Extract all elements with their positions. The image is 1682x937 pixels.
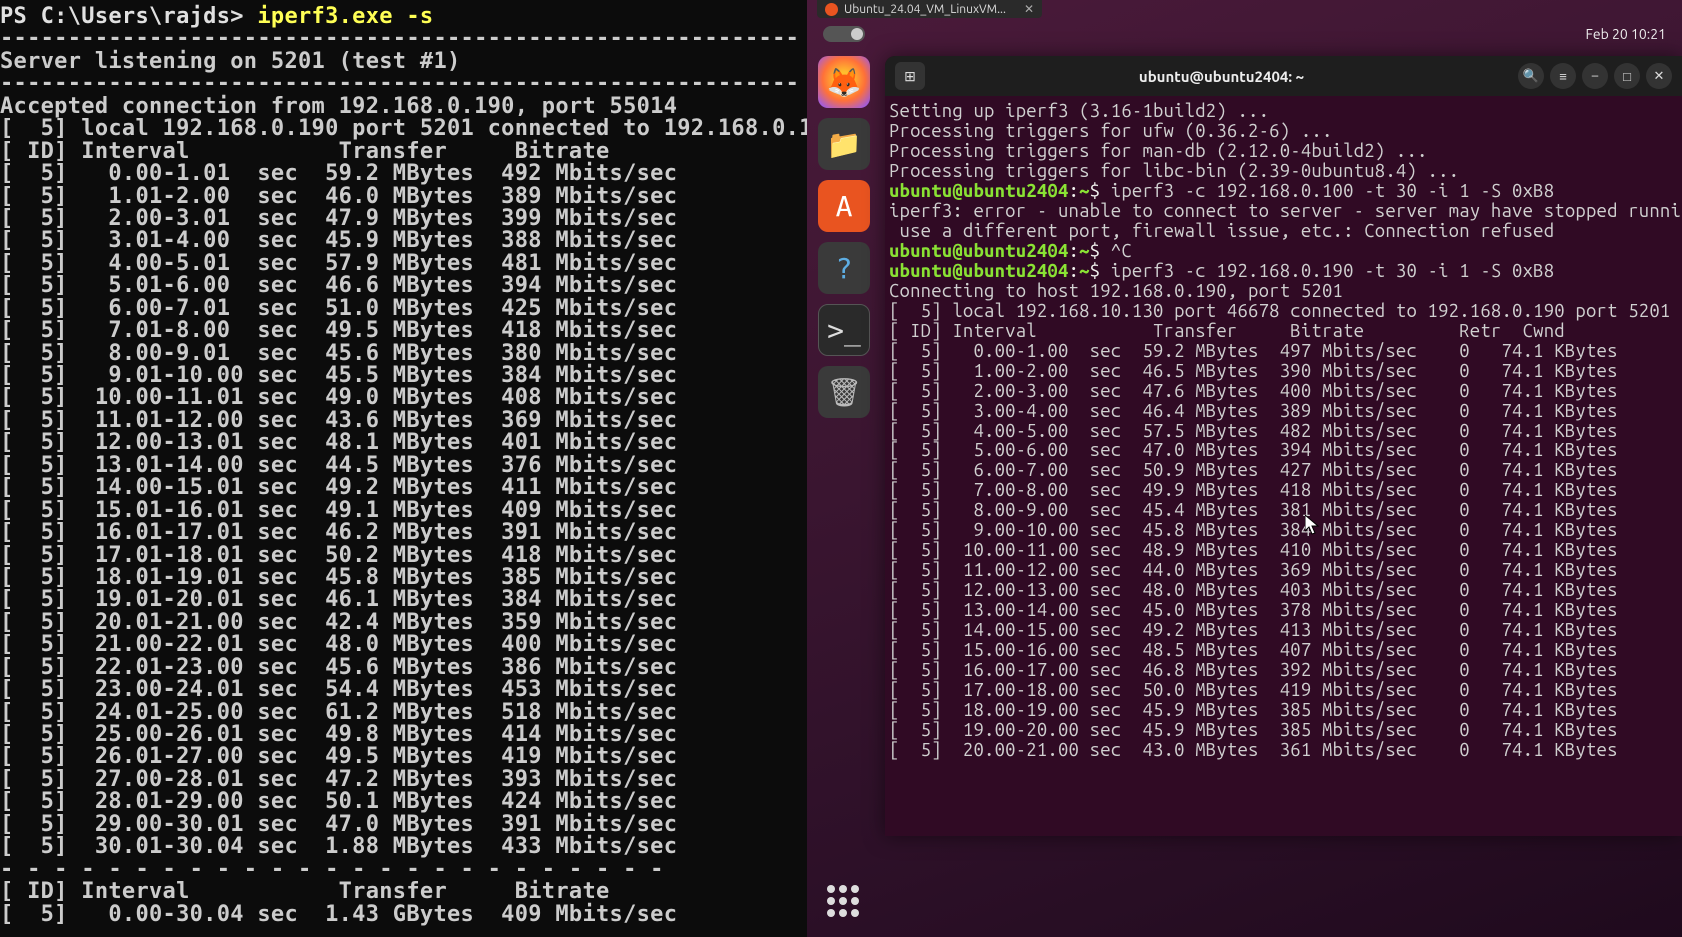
terminal-icon[interactable]: >_: [818, 304, 870, 356]
help-icon[interactable]: ?: [818, 242, 870, 294]
terminal-titlebar: ⊞ ubuntu@ubuntu2404: ~ 🔍 ≡ – □ ✕: [885, 56, 1682, 96]
ubuntu-icon: [825, 3, 838, 16]
new-tab-button[interactable]: ⊞: [895, 62, 925, 90]
hamburger-icon[interactable]: ≡: [1550, 63, 1576, 89]
software-store-icon[interactable]: A: [818, 180, 870, 232]
firefox-icon[interactable]: 🦊: [818, 56, 870, 108]
maximize-icon[interactable]: □: [1614, 63, 1640, 89]
gnome-terminal-window: ⊞ ubuntu@ubuntu2404: ~ 🔍 ≡ – □ ✕ Setting…: [885, 56, 1682, 836]
activities-pill[interactable]: [823, 26, 865, 42]
gnome-top-bar: Feb 20 10:21: [807, 20, 1682, 48]
vm-tab[interactable]: Ubuntu_24.04_VM_LinuxVM... ✕: [817, 0, 1042, 18]
terminal-title: ubuntu@ubuntu2404: ~: [933, 68, 1510, 85]
files-icon[interactable]: 📁: [818, 118, 870, 170]
trash-icon[interactable]: 🗑: [818, 366, 870, 418]
clock-label[interactable]: Feb 20 10:21: [1586, 26, 1667, 42]
minimize-icon[interactable]: –: [1582, 63, 1608, 89]
dock: 🦊 📁 A ? >_ 🗑: [813, 56, 875, 418]
powershell-terminal[interactable]: PS C:\Users\rajds> iperf3.exe -s -------…: [0, 0, 807, 937]
vm-tab-label: Ubuntu_24.04_VM_LinuxVM...: [844, 3, 1006, 16]
close-window-icon[interactable]: ✕: [1646, 63, 1672, 89]
ubuntu-desktop: Ubuntu_24.04_VM_LinuxVM... ✕ Feb 20 10:2…: [807, 0, 1682, 937]
search-icon[interactable]: 🔍: [1518, 63, 1544, 89]
terminal-content[interactable]: Setting up iperf3 (3.16-1build2) ... Pro…: [885, 96, 1682, 836]
show-apps-button[interactable]: [821, 879, 865, 923]
close-icon[interactable]: ✕: [1024, 2, 1034, 16]
